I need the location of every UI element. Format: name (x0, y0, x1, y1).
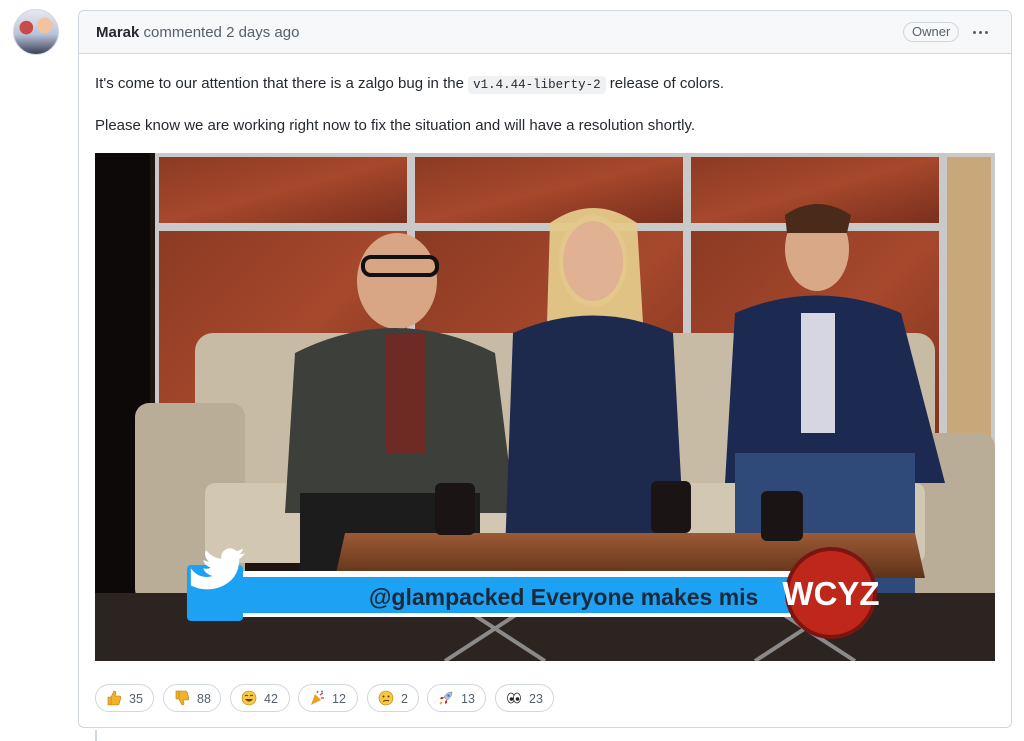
paragraph-text: It's come to our attention that there is… (95, 75, 464, 92)
reaction-thumbs-up[interactable]: 35 (95, 684, 154, 712)
station-logo: WCYZ (782, 575, 879, 612)
ticker-text: @glampacked Everyone makes mis (369, 584, 758, 610)
version-code: v1.4.44-liberty-2 (468, 76, 606, 94)
more-options-icon[interactable] (971, 22, 991, 42)
reaction-count: 88 (197, 692, 211, 706)
embedded-image[interactable]: @glampacked Everyone makes mis WCYZ (95, 153, 995, 661)
comment-paragraph-2: Please know we are working right now to … (95, 117, 696, 134)
rocket-icon (439, 691, 453, 705)
confused-icon (378, 690, 394, 706)
comment-header: Marak commented 2 days ago Owner (79, 11, 1011, 54)
owner-badge: Owner (903, 22, 960, 42)
reaction-count: 23 (529, 692, 543, 706)
comment-paragraph-1: It's come to our attention that there is… (95, 75, 725, 94)
reaction-count: 12 (332, 692, 346, 706)
comment-timestamp[interactable]: commented 2 days ago (144, 24, 300, 41)
reaction-count: 2 (401, 692, 408, 706)
paragraph-text: release of colors. (609, 75, 725, 92)
thumbs-down-icon (175, 690, 189, 706)
reaction-confused[interactable]: 2 (367, 684, 419, 712)
author-avatar[interactable] (13, 9, 59, 55)
comment-box: Marak commented 2 days ago Owner It's co… (78, 10, 1012, 728)
reaction-rocket[interactable]: 13 (427, 684, 486, 712)
laugh-icon (241, 690, 257, 706)
reaction-count: 35 (129, 692, 143, 706)
tv-show-illustration: @glampacked Everyone makes mis WCYZ (95, 153, 995, 661)
thumbs-up-icon (107, 690, 121, 706)
reaction-hooray[interactable]: 12 (298, 684, 358, 712)
eyes-icon (507, 692, 521, 704)
reaction-eyes[interactable]: 23 (495, 684, 554, 712)
author-link[interactable]: Marak (96, 24, 139, 41)
reaction-laugh[interactable]: 42 (230, 684, 290, 712)
reaction-count: 13 (461, 692, 475, 706)
party-popper-icon (311, 690, 324, 705)
timeline-line (95, 730, 97, 741)
reaction-thumbs-down[interactable]: 88 (163, 684, 221, 712)
comment-meta: Marak commented 2 days ago (96, 24, 299, 41)
reaction-count: 42 (264, 692, 278, 706)
